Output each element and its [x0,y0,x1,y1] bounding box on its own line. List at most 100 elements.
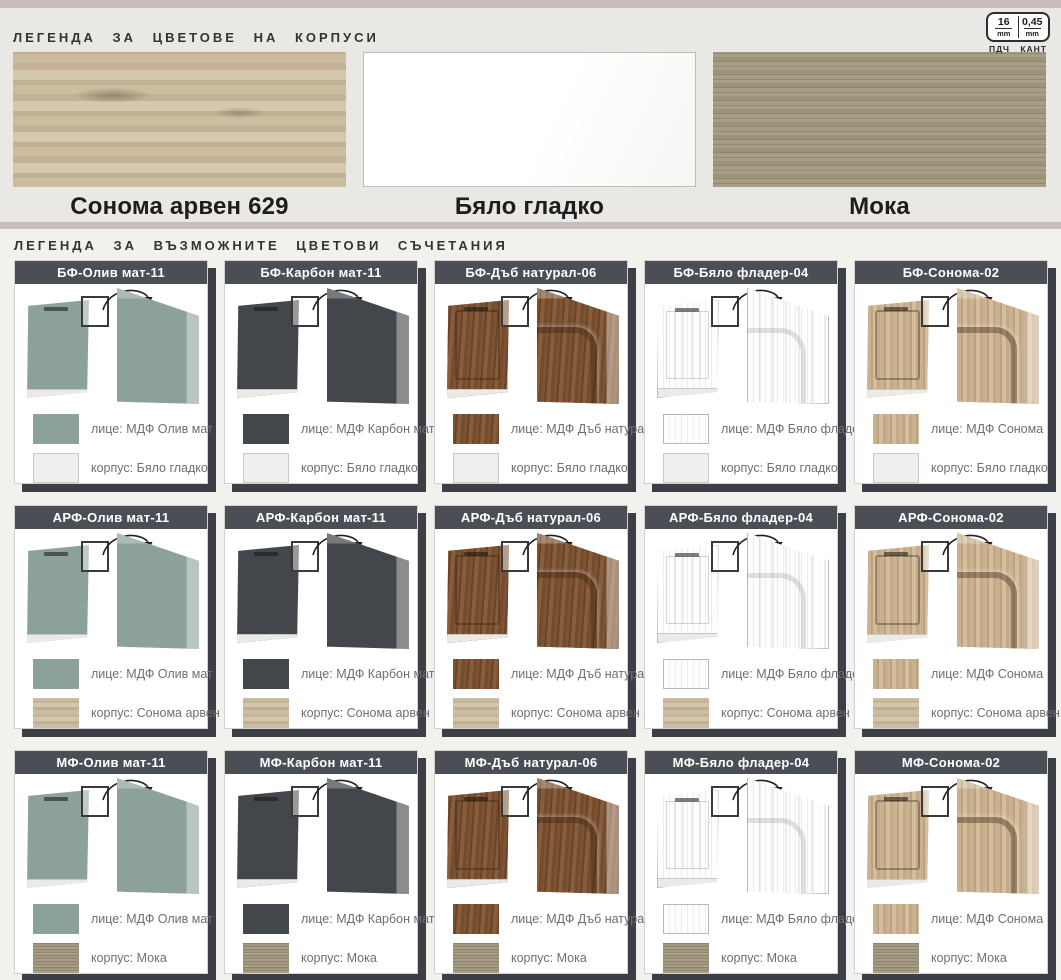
body-material-name: Бяло гладко [137,461,208,475]
card-title: БФ-Карбон мат-11 [260,265,381,280]
door-preview [225,529,417,653]
door-preview [645,284,837,408]
door-preview [15,529,207,653]
card-legend: лице: МДФ Карбон мат корпус: Сонома арве… [243,659,417,728]
door-handle-icon [254,552,278,556]
door-handle-icon [884,307,908,311]
door-preview [15,284,207,408]
body-color-chip [453,943,499,973]
face-legend-text: лице: МДФ Бяло фладер [721,667,866,681]
corpus-swatch-row: Сонома арвен 629 Бяло гладко Мока [13,52,1049,221]
combination-card: АРФ-Бяло фладер-04 [644,505,838,729]
face-legend-row: лице: МДФ Карбон мат [243,904,417,934]
combination-card: БФ-Сонома-02 [854,260,1048,484]
body-color-chip [33,698,79,728]
face-label: лице: [721,912,753,926]
combination-card: БФ-Дъб натурал-06 [434,260,628,484]
card-header: МФ-Карбон мат-11 [225,751,417,774]
card-body: лице: МДФ Дъб натурал корпус: Бяло гладк… [435,284,627,483]
body-legend-text: корпус: Бяло гладко [301,461,418,475]
body-legend-row: корпус: Бяло гладко [873,453,1047,483]
door-plinth [237,879,299,888]
body-legend-row: корпус: Бяло гладко [453,453,627,483]
face-legend-row: лице: МДФ Олив мат [33,414,207,444]
door-corner-detail [747,533,829,649]
door-preview [855,284,1047,408]
door-front-view [237,790,299,888]
body-legend-row: корпус: Сонома арвен 629 [33,698,207,728]
body-legend-text: корпус: Бяло гладко [721,461,838,475]
card-header: БФ-Олив мат-11 [15,261,207,284]
face-material-name: МДФ Олив мат [126,422,213,436]
body-legend-row: корпус: Бяло гладко [33,453,207,483]
face-label: лице: [91,667,123,681]
body-color-chip [873,453,919,483]
body-label: корпус: [301,461,343,475]
card-legend: лице: МДФ Сонома корпус: Бяло гладко [873,414,1047,483]
face-material-name: МДФ Сонома [966,667,1043,681]
combination-card: БФ-Бяло фладер-04 [644,260,838,484]
door-handle-icon [464,552,488,556]
door-front-view [867,545,929,643]
door-edge-chamfer [327,288,409,404]
body-label: корпус: [91,461,133,475]
body-color-chip [663,453,709,483]
card-title: АРФ-Сонома-02 [898,510,1004,525]
face-material-name: МДФ Бяло фладер [756,667,866,681]
combination-card: АРФ-Карбон мат-11 [224,505,418,729]
door-front-view [27,545,89,643]
body-material-name: Мока [557,951,587,965]
door-handle-icon [464,797,488,801]
face-color-chip [663,904,709,934]
face-legend-row: лице: МДФ Бяло фладер [663,904,837,934]
card-header: БФ-Карбон мат-11 [225,261,417,284]
door-handle-icon [44,552,68,556]
door-corner-detail [537,288,619,404]
corpus-swatch-white-smooth: Бяло гладко [363,52,696,221]
face-label: лице: [931,422,963,436]
face-legend-row: лице: МДФ Сонома [873,414,1047,444]
door-front-view [657,300,719,398]
face-label: лице: [301,912,333,926]
edge-thickness-unit: mm [1024,28,1041,38]
body-material-name: Мока [767,951,797,965]
face-material-name: МДФ Дъб натурал [546,912,651,926]
face-material-name: МДФ Бяло фладер [756,912,866,926]
body-legend-row: корпус: Сонома арвен 629 [453,698,627,728]
door-preview [435,284,627,408]
door-edge-chamfer [117,533,199,649]
door-handle-icon [675,798,699,802]
door-front-view [657,545,719,643]
door-front-view [447,545,509,643]
sonoma-arven-swatch-image [13,52,346,187]
body-label: корпус: [511,951,553,965]
door-edge-chamfer [117,778,199,894]
body-legend-text: корпус: Мока [931,951,1007,965]
badge-labels: ПДЧ КАНТ [986,42,1050,54]
body-color-chip [663,943,709,973]
card-title: БФ-Олив мат-11 [57,265,165,280]
card-header: МФ-Олив мат-11 [15,751,207,774]
door-handle-icon [675,308,699,312]
face-legend-row: лице: МДФ Карбон мат [243,659,417,689]
combination-card: АРФ-Сонома-02 [854,505,1048,729]
card-title: МФ-Сонома-02 [902,755,1000,770]
body-legend-text: корпус: Бяло гладко [511,461,628,475]
face-legend-row: лице: МДФ Бяло фладер [663,414,837,444]
door-corner-detail [747,778,829,894]
body-label: корпус: [721,706,763,720]
door-corner-detail [537,533,619,649]
door-handle-icon [254,797,278,801]
body-color-chip [663,698,709,728]
corpus-colors-section: 16 mm 0,45 mm ПДЧ КАНТ ЛЕГЕНДА ЗА ЦВЕТОВ… [0,8,1061,222]
face-material-name: МДФ Бяло фладер [756,422,866,436]
body-legend-row: корпус: Мока [663,943,837,973]
card-body: лице: МДФ Олив мат корпус: Сонома арвен … [15,529,207,728]
face-legend-text: лице: МДФ Карбон мат [301,912,434,926]
card-legend: лице: МДФ Бяло фладер корпус: Мока [663,904,837,973]
door-corner-detail [117,778,199,894]
body-label: корпус: [511,706,553,720]
body-label: корпус: [301,706,343,720]
card-legend: лице: МДФ Олив мат корпус: Мока [33,904,207,973]
face-legend-text: лице: МДФ Дъб натурал [511,422,651,436]
